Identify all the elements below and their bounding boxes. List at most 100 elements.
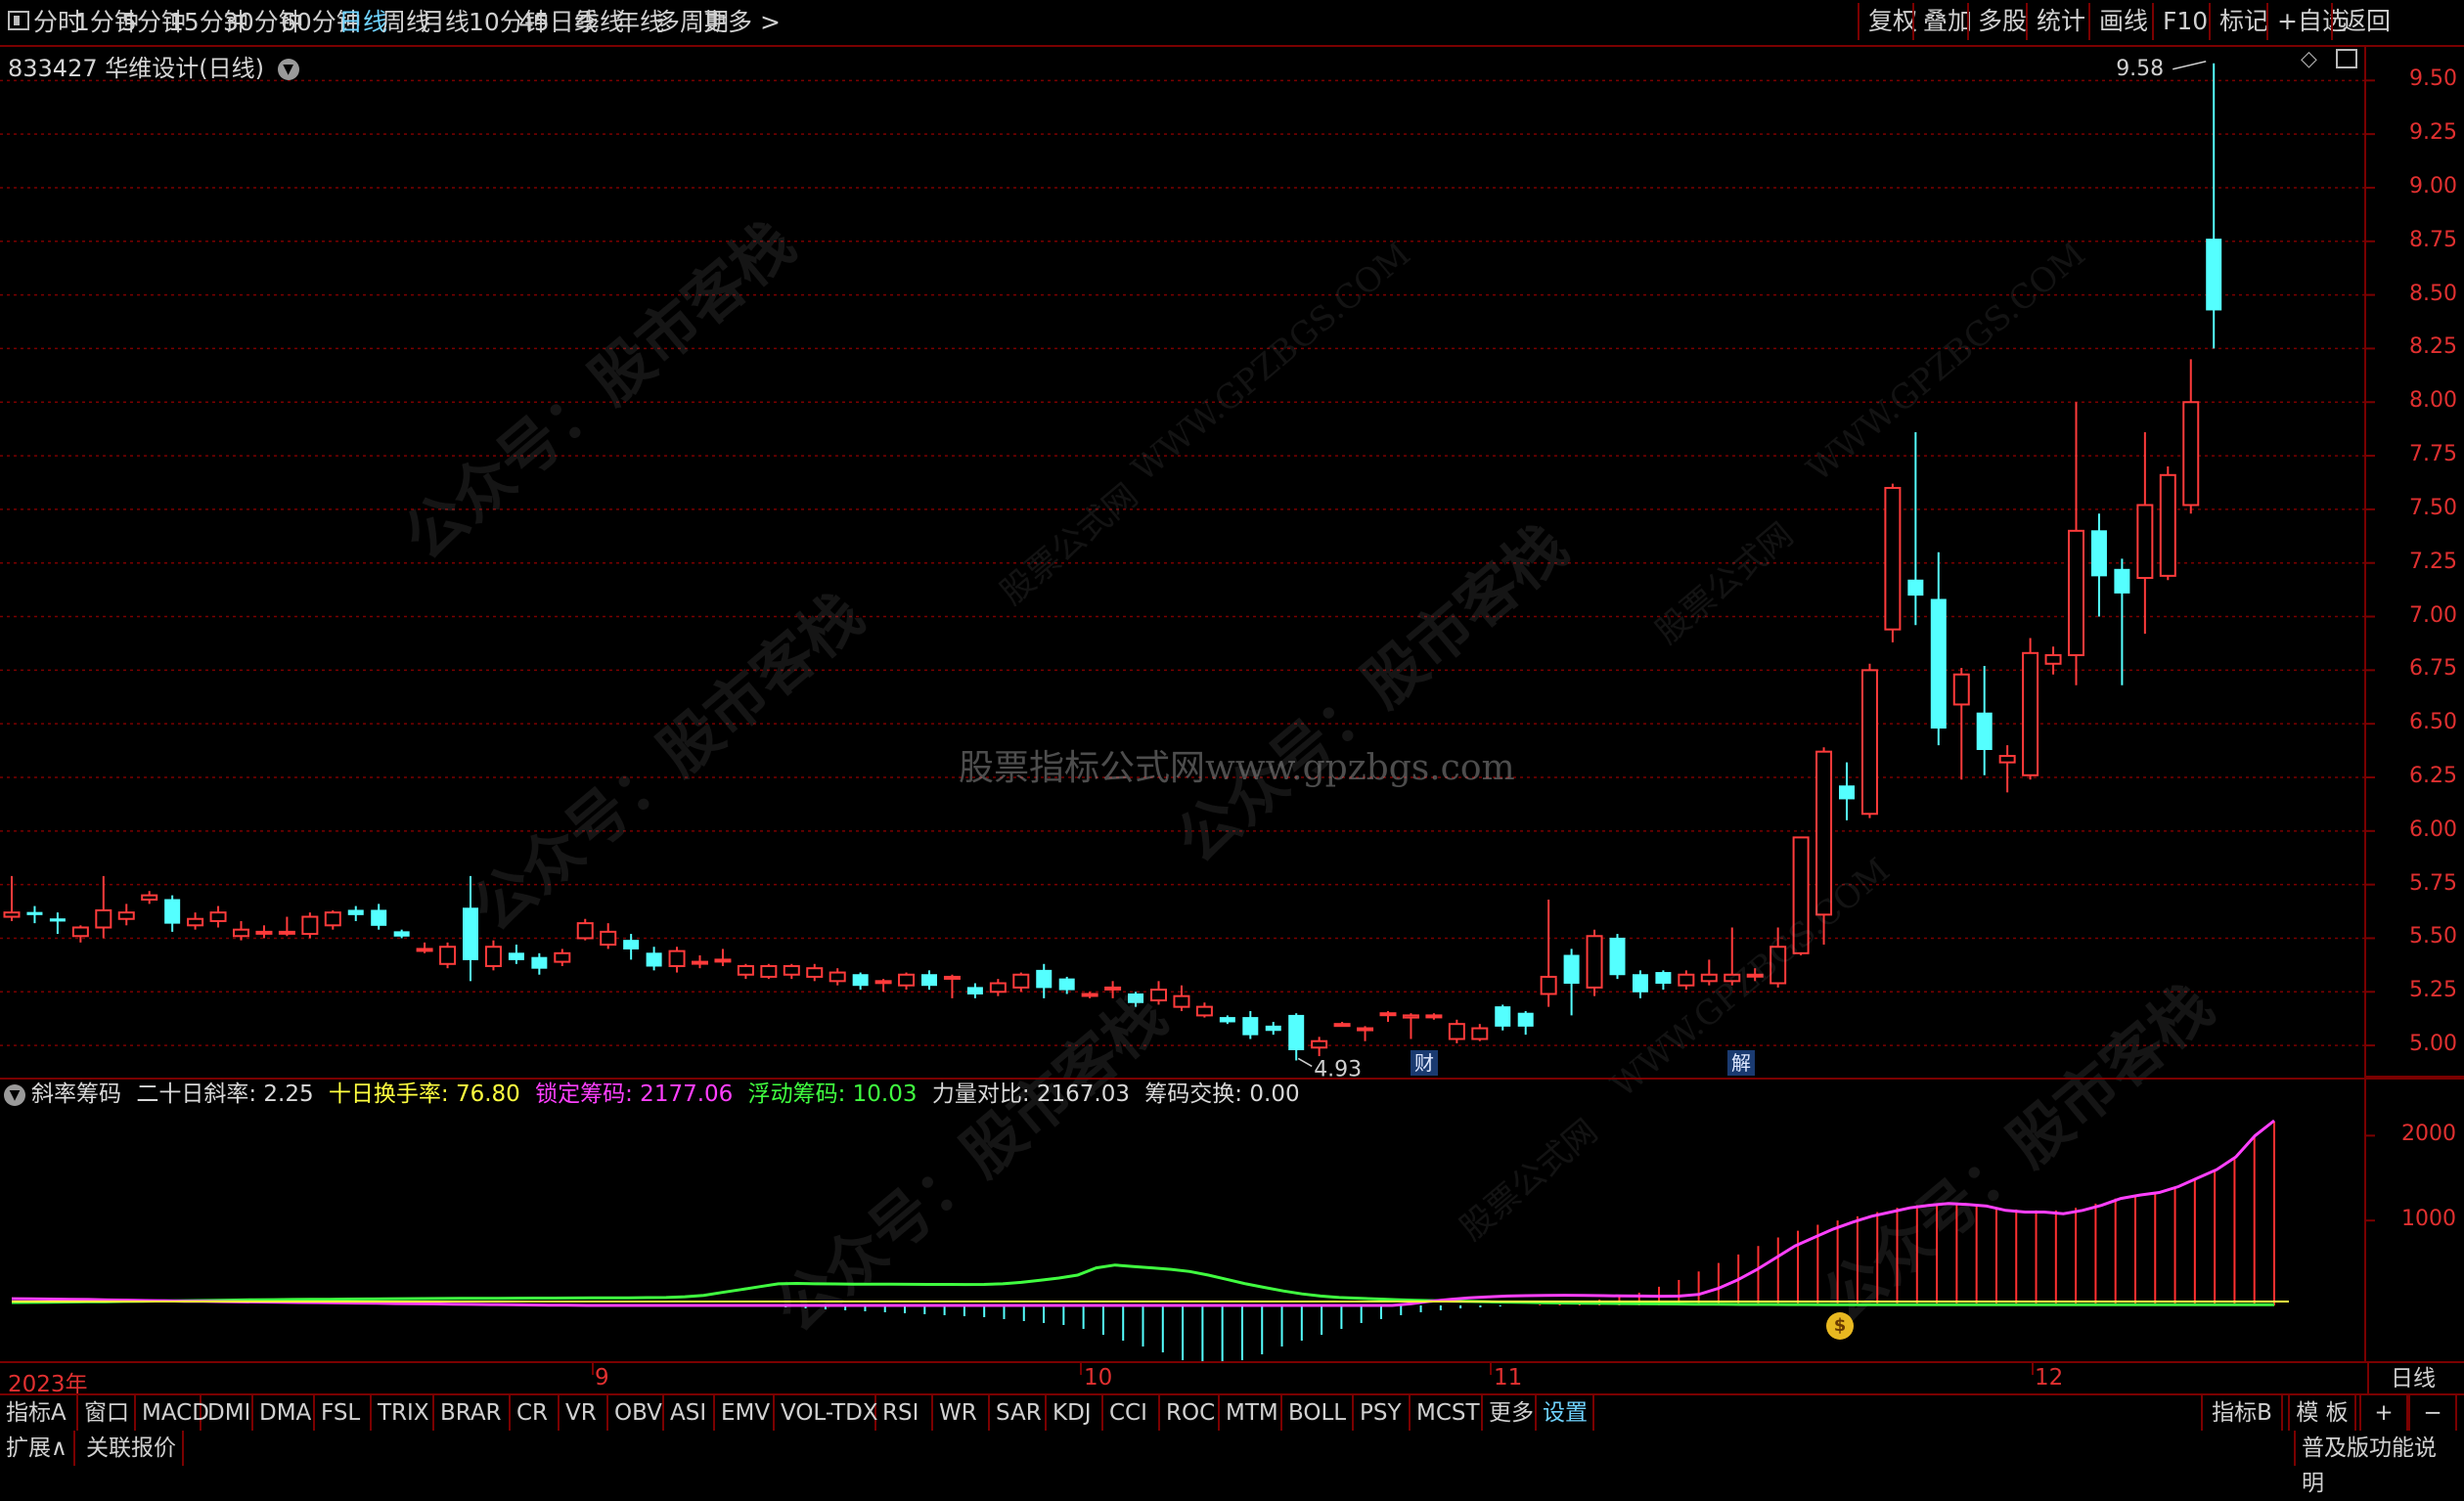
candle <box>576 918 594 941</box>
expand-button[interactable]: 扩展∧ <box>0 1431 75 1466</box>
candle <box>2114 558 2130 685</box>
candle <box>1976 665 1993 775</box>
stock-title[interactable]: 833427 华维设计(日线) ▼ <box>8 49 299 83</box>
indicator-tab-12[interactable]: EMV <box>715 1395 775 1431</box>
price-label: 8.25 <box>2409 334 2457 360</box>
candle <box>1471 1024 1489 1041</box>
watermark-center: 股票指标公式网www.gpzbgs.com <box>959 748 1515 788</box>
indicator-tab-6[interactable]: TRIX <box>372 1395 434 1431</box>
top-button-3[interactable]: 统计 <box>2026 3 2094 40</box>
candle <box>508 945 524 964</box>
candle <box>829 968 846 986</box>
indicator-tab-10[interactable]: OBV <box>608 1395 664 1431</box>
time-label: 9 <box>595 1365 609 1391</box>
candles <box>3 63 2222 1061</box>
edition-info-link[interactable]: 普及版功能说明 <box>2294 1431 2464 1496</box>
candle <box>1998 745 2016 793</box>
candle <box>2206 63 2222 349</box>
price-label: 7.25 <box>2409 549 2457 574</box>
event-tag-jie[interactable]: 解 <box>1727 1050 1755 1076</box>
price-label: 8.75 <box>2409 227 2457 252</box>
period-tab-14[interactable]: 更多 > <box>703 4 781 41</box>
candle <box>1563 949 1580 1016</box>
candle <box>554 949 571 966</box>
status-bar: 扩展∧ 关联报价 普及版功能说明 <box>0 1431 2464 1496</box>
indicator-tab-7[interactable]: BRAR <box>434 1395 511 1431</box>
indicator-tab-0[interactable]: 指标A <box>0 1395 78 1431</box>
candle <box>1242 1011 1259 1039</box>
time-tick <box>1490 1363 1492 1375</box>
indicator-tab-15[interactable]: WR <box>933 1395 990 1431</box>
top-button-4[interactable]: 画线 <box>2088 3 2157 40</box>
candle <box>2159 466 2176 581</box>
indicator-tab-2[interactable]: MACD <box>136 1395 209 1431</box>
indicator-tab-19[interactable]: ROC <box>1160 1395 1220 1431</box>
candle <box>1884 483 1902 642</box>
top-button-8[interactable]: 返回 <box>2331 3 2399 40</box>
money-bag-icon[interactable]: $ <box>1826 1312 1854 1340</box>
indicator-tab-17[interactable]: KDJ <box>1047 1395 1103 1431</box>
indicator-tab-8[interactable]: CR <box>511 1395 560 1431</box>
candle <box>71 925 89 943</box>
candle <box>1219 1015 1235 1025</box>
price-label: 7.75 <box>2409 442 2457 467</box>
indicator-tab-25[interactable]: 设置 <box>1537 1395 1594 1431</box>
price-label: 5.50 <box>2409 924 2457 949</box>
period-label[interactable]: 日线 <box>2367 1363 2436 1394</box>
candle <box>1495 1004 1511 1031</box>
period-tab-8[interactable]: 月线 <box>421 4 470 41</box>
indicator-tab-16[interactable]: SAR <box>990 1395 1047 1431</box>
window-menu-icon[interactable] <box>8 11 29 30</box>
candle <box>301 912 319 939</box>
candle <box>2022 638 2039 780</box>
candle <box>1012 972 1030 993</box>
bottom-right-button-3[interactable]: − <box>2408 1395 2457 1431</box>
indicator-tab-5[interactable]: FSL <box>315 1395 372 1431</box>
time-axis: 2023年 9 10 11 12 日线 <box>0 1361 2464 1397</box>
bottom-right-button-1[interactable]: 模 板 <box>2288 1395 2356 1431</box>
candle <box>600 923 617 949</box>
top-button-5[interactable]: F10 <box>2152 3 2217 40</box>
candle <box>852 972 869 991</box>
period-tab-6[interactable]: 日线 <box>338 4 387 41</box>
candle <box>989 979 1007 996</box>
indicator-tab-24[interactable]: 更多 <box>1483 1395 1537 1431</box>
candle <box>760 963 778 980</box>
indicator-tab-11[interactable]: ASI <box>664 1395 715 1431</box>
indicator-tab-3[interactable]: DMI <box>202 1395 253 1431</box>
indicator-tab-21[interactable]: BOLL <box>1282 1395 1354 1431</box>
indicator-tab-14[interactable]: RSI <box>876 1395 933 1431</box>
indicator-tab-22[interactable]: PSY <box>1354 1395 1411 1431</box>
bottom-right-button-2[interactable]: + <box>2359 1395 2408 1431</box>
candle <box>1448 1019 1465 1043</box>
time-label: 12 <box>2035 1365 2064 1391</box>
candle <box>3 875 21 921</box>
indicator-tab-4[interactable]: DMA <box>253 1395 315 1431</box>
diamond-icon[interactable]: ◇ <box>2301 47 2317 71</box>
indicator-tab-18[interactable]: CCI <box>1103 1395 1160 1431</box>
indicator-tab-23[interactable]: MCST <box>1411 1395 1483 1431</box>
indicator-tab-9[interactable]: VR <box>560 1395 608 1431</box>
event-tag-cai[interactable]: 财 <box>1411 1050 1438 1076</box>
chip-lines <box>11 1119 2289 1307</box>
candle <box>141 891 158 905</box>
chevron-down-icon[interactable]: ▼ <box>277 59 299 80</box>
candle <box>921 970 937 991</box>
indicator-tab-13[interactable]: VOL-TDX <box>775 1395 878 1431</box>
candle <box>1150 981 1167 1005</box>
panel-toggle-icon[interactable] <box>2336 49 2357 68</box>
candle <box>209 905 227 928</box>
candle <box>874 979 892 993</box>
candle <box>1173 985 1190 1012</box>
indicator-chart[interactable] <box>0 1078 2464 1361</box>
candle <box>1265 1021 1281 1036</box>
indicator-tab-1[interactable]: 窗口 <box>78 1395 136 1431</box>
candle <box>806 963 824 982</box>
candle <box>2136 431 2154 635</box>
indicator-tab-20[interactable]: MTM <box>1220 1395 1282 1431</box>
candle <box>1540 899 1557 1007</box>
related-quote-button[interactable]: 关联报价 <box>80 1431 184 1466</box>
price-candlestick-chart[interactable]: 9.58 4.93 <box>0 45 2464 1078</box>
bottom-right-button-0[interactable]: 指标B <box>2201 1395 2283 1431</box>
candle <box>49 912 66 935</box>
